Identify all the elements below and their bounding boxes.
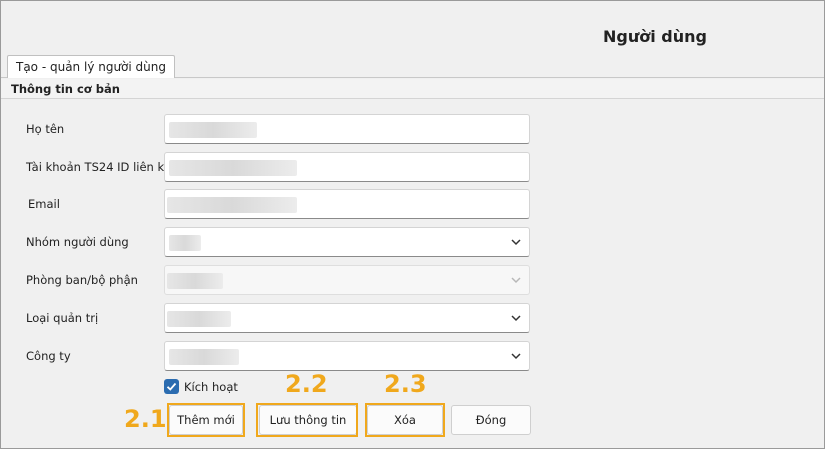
- active-checkbox[interactable]: [164, 379, 179, 394]
- user-group-select[interactable]: [164, 227, 530, 257]
- full-name-label: Họ tên: [26, 122, 65, 136]
- user-group-value: [169, 235, 201, 251]
- basic-info-form: Họ tên Tài khoản TS24 ID liên kết Email …: [1, 99, 824, 448]
- ts24-id-field[interactable]: [164, 152, 530, 182]
- chevron-down-icon: [511, 315, 521, 322]
- chevron-down-icon: [511, 277, 521, 284]
- email-field[interactable]: [164, 189, 530, 219]
- chevron-down-icon: [511, 239, 521, 246]
- close-button[interactable]: Đóng: [451, 405, 531, 435]
- tab-create-manage-users[interactable]: Tạo - quản lý người dùng: [7, 55, 175, 78]
- section-header: Thông tin cơ bản: [1, 79, 824, 99]
- window-title: Người dùng: [603, 27, 707, 46]
- full-name-value: [169, 122, 257, 138]
- step-label-add: 2.1: [124, 405, 167, 433]
- company-select[interactable]: [164, 341, 530, 371]
- admin-type-label: Loại quản trị: [26, 311, 99, 325]
- user-group-label: Nhóm người dùng: [26, 235, 129, 249]
- active-label: Kích hoạt: [184, 380, 238, 394]
- admin-type-select[interactable]: [164, 303, 530, 333]
- department-label: Phòng ban/bộ phận: [26, 273, 138, 287]
- user-window: Người dùng Tạo - quản lý người dùng Thôn…: [0, 0, 825, 449]
- company-label: Công ty: [26, 349, 71, 363]
- department-select[interactable]: [164, 265, 530, 295]
- highlight-delete: [365, 403, 445, 437]
- section-title: Thông tin cơ bản: [11, 82, 120, 96]
- checkmark-icon: [166, 382, 177, 391]
- step-label-delete: 2.3: [384, 370, 427, 398]
- highlight-add-new: [167, 403, 245, 437]
- admin-type-value: [167, 311, 231, 327]
- email-value: [167, 197, 297, 213]
- tab-strip: Tạo - quản lý người dùng: [1, 55, 824, 78]
- chevron-down-icon: [511, 353, 521, 360]
- email-label: Email: [28, 197, 60, 211]
- ts24-id-label: Tài khoản TS24 ID liên kết: [26, 160, 176, 174]
- highlight-save-info: [256, 403, 358, 437]
- full-name-field[interactable]: [164, 114, 530, 144]
- department-value: [167, 273, 223, 289]
- company-value: [169, 349, 239, 365]
- ts24-id-value: [169, 160, 297, 176]
- step-label-save: 2.2: [285, 370, 328, 398]
